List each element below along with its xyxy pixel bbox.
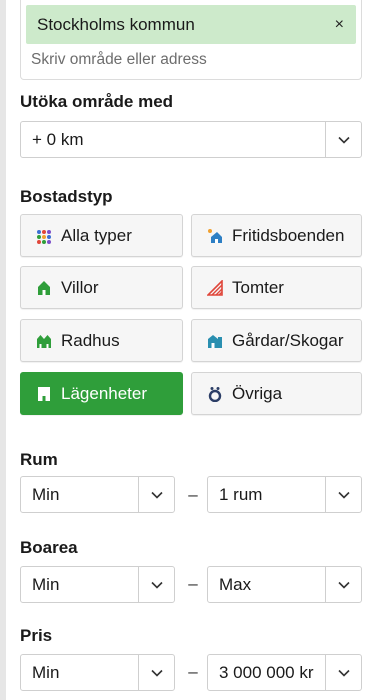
apartment-icon bbox=[36, 386, 52, 402]
chevron-down-icon bbox=[325, 567, 361, 602]
price-min-value: Min bbox=[32, 662, 60, 682]
chevron-down-icon bbox=[138, 567, 174, 602]
house-icon bbox=[36, 280, 52, 296]
rooms-min-value: Min bbox=[32, 484, 60, 504]
living-area-max-select[interactable]: Max bbox=[207, 566, 362, 603]
type-label: Fritidsboenden bbox=[232, 225, 345, 245]
plot-icon bbox=[207, 279, 223, 296]
type-button-tomter[interactable]: Tomter bbox=[191, 266, 362, 309]
type-button-villor[interactable]: Villor bbox=[20, 266, 183, 309]
rooms-title: Rum bbox=[20, 450, 58, 469]
type-label: Villor bbox=[61, 277, 99, 297]
type-button-radhus[interactable]: Radhus bbox=[20, 319, 183, 362]
left-border bbox=[0, 0, 6, 700]
type-label: Lägenheter bbox=[61, 383, 148, 403]
row-house-icon bbox=[36, 333, 52, 349]
housing-type-title: Bostadstyp bbox=[20, 187, 113, 206]
chevron-down-icon bbox=[325, 477, 361, 512]
chevron-down-icon bbox=[325, 122, 361, 157]
rooms-max-select[interactable]: 1 rum bbox=[207, 476, 362, 513]
chevron-down-icon bbox=[138, 655, 174, 690]
type-label: Tomter bbox=[232, 277, 284, 297]
living-area-min-value: Min bbox=[32, 574, 60, 594]
expand-area-value: + 0 km bbox=[32, 129, 84, 149]
area-search-box: Stockholms kommun × bbox=[20, 0, 362, 80]
type-label: Alla typer bbox=[61, 225, 132, 245]
chevron-down-icon bbox=[138, 477, 174, 512]
close-icon[interactable]: × bbox=[335, 16, 344, 34]
filter-panel: Stockholms kommun × Utöka område med + 0… bbox=[20, 0, 362, 691]
range-separator: – bbox=[188, 574, 198, 593]
living-area-max-value: Max bbox=[219, 574, 252, 594]
farm-icon bbox=[207, 333, 223, 349]
type-label: Radhus bbox=[61, 330, 120, 350]
range-separator: – bbox=[188, 662, 198, 681]
type-button-lagenheter[interactable]: Lägenheter bbox=[20, 372, 183, 415]
price-max-value: 3 000 000 kr bbox=[219, 662, 314, 682]
expand-area-title: Utöka område med bbox=[20, 92, 174, 111]
type-label: Gårdar/Skogar bbox=[232, 330, 344, 350]
type-button-fritidsboenden[interactable]: Fritidsboenden bbox=[191, 214, 362, 257]
area-chip-label: Stockholms kommun bbox=[37, 14, 195, 34]
living-area-min-select[interactable]: Min bbox=[20, 566, 175, 603]
type-button-ovriga[interactable]: Övriga bbox=[191, 372, 362, 415]
grid-dots-icon bbox=[36, 228, 52, 244]
price-max-select[interactable]: 3 000 000 kr bbox=[207, 654, 362, 691]
type-button-alla-typer[interactable]: Alla typer bbox=[20, 214, 183, 257]
other-icon bbox=[207, 386, 223, 402]
expand-area-select[interactable]: + 0 km bbox=[20, 121, 362, 158]
vacation-home-icon bbox=[207, 228, 223, 244]
area-chip: Stockholms kommun × bbox=[26, 5, 356, 44]
area-search-input[interactable] bbox=[26, 51, 356, 69]
type-label: Övriga bbox=[232, 383, 283, 403]
living-area-title: Boarea bbox=[20, 538, 78, 557]
rooms-max-value: 1 rum bbox=[219, 484, 263, 504]
chevron-down-icon bbox=[325, 655, 361, 690]
range-separator: – bbox=[188, 485, 198, 504]
price-title: Pris bbox=[20, 626, 53, 645]
type-button-gardar-skogar[interactable]: Gårdar/Skogar bbox=[191, 319, 362, 362]
rooms-min-select[interactable]: Min bbox=[20, 476, 175, 513]
price-min-select[interactable]: Min bbox=[20, 654, 175, 691]
